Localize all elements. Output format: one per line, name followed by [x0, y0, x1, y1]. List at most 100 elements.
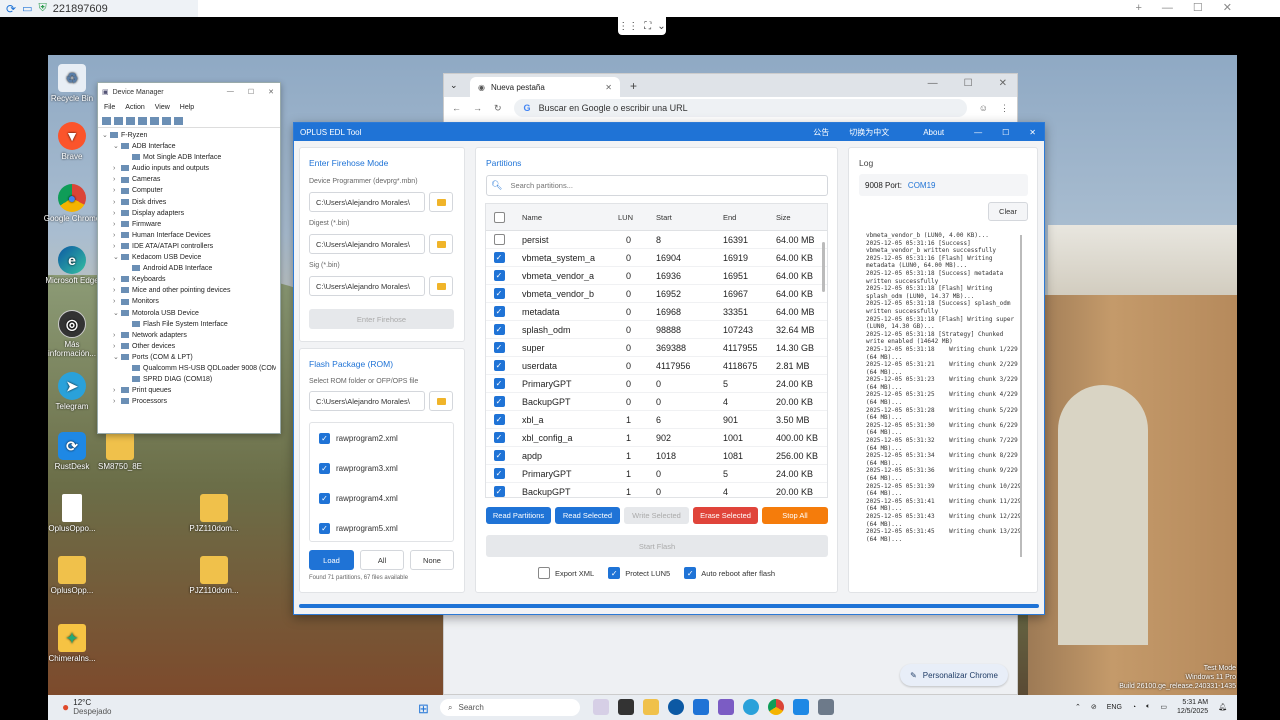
desktop-icon-brave[interactable]: ▼ Brave [42, 122, 102, 161]
chevron-right-icon[interactable]: › [113, 385, 121, 396]
device-tree-node[interactable]: › Audio inputs and outputs [102, 163, 276, 174]
enter-firehose-button[interactable]: Enter Firehose [309, 309, 454, 329]
table-row[interactable]: ✓ BackupGPT 1 0 4 20.00 KB [486, 483, 827, 497]
rawprogram-file-item[interactable]: ✓ rawprogram4.xml [310, 483, 453, 513]
chevron-up-icon[interactable]: ⌃ [1075, 703, 1081, 711]
stop-all-button[interactable]: Stop All [762, 507, 828, 524]
notification-icon[interactable]: 🔔︎ [1218, 703, 1227, 711]
close-tab-icon[interactable]: ✕ [605, 83, 612, 92]
device-tree-node[interactable]: SPRD DIAG (COM18) [102, 374, 276, 385]
device-tree-node[interactable]: › Processors [102, 396, 276, 407]
partition-checkbox[interactable]: ✓ [493, 378, 505, 389]
sig-input[interactable]: C:\Users\Alejandro Morales\ [309, 276, 425, 296]
desktop-icon-chimera[interactable]: ✦ Chimeralns... [42, 624, 102, 663]
chevron-right-icon[interactable]: › [113, 296, 121, 307]
chevron-right-icon[interactable]: › [113, 219, 121, 230]
taskview-app-icon[interactable] [618, 699, 634, 715]
chevron-down-icon[interactable]: ⌄ [657, 21, 665, 32]
start-icon[interactable]: ⊞ [418, 701, 429, 717]
menu-file[interactable]: File [104, 104, 115, 111]
table-row[interactable]: ✓ vbmeta_vendor_b 0 16952 16967 64.00 KB [486, 285, 827, 303]
profile-icon[interactable]: ☺ [979, 103, 988, 113]
maximize-icon[interactable]: ☐ [248, 88, 254, 96]
write-selected-button[interactable]: Write Selected [624, 507, 689, 524]
chevron-right-icon[interactable]: › [113, 396, 121, 407]
read-partitions-button[interactable]: Read Partitions [486, 507, 551, 524]
desktop-icon-oplusopp-folder[interactable]: OplusOpp... [42, 556, 102, 595]
maximize-icon[interactable]: ☐ [1193, 0, 1203, 17]
device-tree-node[interactable]: ⌄ Kedacom USB Device [102, 252, 276, 263]
col-lun[interactable]: LUN [614, 213, 648, 222]
erase-selected-button[interactable]: Erase Selected [693, 507, 758, 524]
table-row[interactable]: ✓ BackupGPT 0 0 4 20.00 KB [486, 393, 827, 411]
table-scrollbar[interactable] [822, 242, 825, 292]
table-row[interactable]: ✓ vbmeta_vendor_a 0 16936 16951 64.00 KB [486, 267, 827, 285]
chevron-right-icon[interactable]: › [113, 241, 121, 252]
maximize-icon[interactable]: ☐ [964, 78, 973, 89]
programmer-browse-button[interactable] [429, 192, 453, 212]
table-row[interactable]: ✓ splash_odm 0 98888 107243 32.64 MB [486, 321, 827, 339]
select-all-button[interactable]: All [360, 550, 404, 570]
table-row[interactable]: ✓ userdata 0 4117956 4118675 2.81 MB [486, 357, 827, 375]
rawprogram-file-list[interactable]: ✓ rawprogram2.xml ✓ rawprogram3.xml ✓ rawprog… [309, 422, 454, 542]
digest-input[interactable]: C:\Users\Alejandro Morales\ [309, 234, 425, 254]
desktop-icon-recycle-bin[interactable]: ♻ Recycle Bin [42, 64, 102, 103]
chevron-right-icon[interactable]: › [113, 330, 121, 341]
chevron-right-icon[interactable]: › [113, 285, 121, 296]
close-icon[interactable]: ✕ [1223, 0, 1232, 17]
network-status-icon[interactable]: ⊘ [1091, 703, 1097, 711]
scan-icon[interactable] [150, 116, 159, 125]
device-tree-node[interactable]: › Network adapters [102, 330, 276, 341]
desktop-icon-pjz110-1[interactable]: PJZ110dom... [184, 494, 244, 533]
option-checkbox[interactable]: ✓ [684, 567, 697, 579]
chevron-right-icon[interactable]: › [113, 230, 121, 241]
chevron-right-icon[interactable]: › [113, 208, 121, 219]
chevron-down-icon[interactable]: ⌄ [113, 352, 121, 363]
clear-log-button[interactable]: Clear [988, 202, 1028, 221]
chevron-down-icon[interactable]: ⌄ [113, 252, 121, 263]
file-checkbox[interactable]: ✓ [319, 432, 330, 444]
menu-action[interactable]: Action [125, 104, 144, 111]
chevron-right-icon[interactable]: › [113, 163, 121, 174]
start-flash-button[interactable]: Start Flash [486, 535, 828, 557]
partition-search-input[interactable] [510, 181, 811, 190]
device-tree-node[interactable]: › Monitors [102, 296, 276, 307]
minimize-icon[interactable]: — [974, 128, 982, 137]
chevron-down-icon[interactable]: ⌄ [113, 141, 121, 152]
refresh-icon[interactable]: ⟳ [6, 2, 16, 16]
device-tree-node[interactable]: › IDE ATA/ATAPI controllers [102, 241, 276, 252]
session-tab[interactable]: ⟳ ▭ ⛨ 221897609 [0, 0, 198, 17]
partition-search[interactable]: 🔍︎ [486, 175, 828, 196]
table-row[interactable]: ✓ apdp 1 1018 1081 256.00 KB [486, 447, 827, 465]
desktop-icon-oplusoppo-file[interactable]: OplusOppo... [42, 494, 102, 533]
menu-icon[interactable]: ⋮ [1000, 103, 1009, 114]
device-tree-node[interactable]: ⌄ Ports (COM & LPT) [102, 352, 276, 363]
chevron-right-icon[interactable]: › [113, 197, 121, 208]
forward-icon[interactable] [114, 116, 123, 125]
teams-app-icon[interactable] [718, 699, 734, 715]
partition-checkbox[interactable]: ✓ [493, 252, 505, 263]
fullscreen-icon[interactable]: ⛶ [644, 21, 651, 32]
rom-folder-input[interactable]: C:\Users\Alejandro Morales\ [309, 391, 425, 411]
rawprogram-file-item[interactable]: ✓ rawprogram5.xml [310, 513, 453, 541]
partition-checkbox[interactable]: ✓ [493, 414, 505, 425]
flash-option[interactable]: Export XML [538, 567, 594, 579]
close-icon[interactable]: ✕ [1029, 128, 1036, 137]
device-tree-node[interactable]: › Print queues [102, 385, 276, 396]
taskbar-search[interactable]: ⌕ Search [440, 699, 580, 716]
device-tree-node[interactable]: › Cameras [102, 174, 276, 185]
switch-language-link[interactable]: 切换为中文 [849, 127, 889, 138]
weather-widget[interactable]: ● 12°C Despejado [62, 698, 112, 716]
desktop-icon-chrome[interactable]: ● Google Chrome [42, 184, 102, 223]
desktop-icon-telegram[interactable]: ➤ Telegram [42, 372, 102, 411]
option-checkbox[interactable]: ✓ [608, 567, 621, 579]
reload-icon[interactable]: ↻ [494, 103, 502, 114]
rom-folder-browse-button[interactable] [429, 391, 453, 411]
col-end[interactable]: End [715, 213, 768, 222]
col-name[interactable]: Name [512, 213, 614, 222]
device-tree[interactable]: ⌄ F-Ryzen ⌄ ADB Interface Mot Single ADB Int… [98, 128, 280, 428]
flash-option[interactable]: ✓ Auto reboot after flash [684, 567, 775, 579]
tab-search-icon[interactable]: ⌄ [450, 80, 458, 91]
table-row[interactable]: ✓ super 0 369388 4117955 14.30 GB [486, 339, 827, 357]
device-tree-node[interactable]: ⌄ F-Ryzen [102, 130, 276, 141]
